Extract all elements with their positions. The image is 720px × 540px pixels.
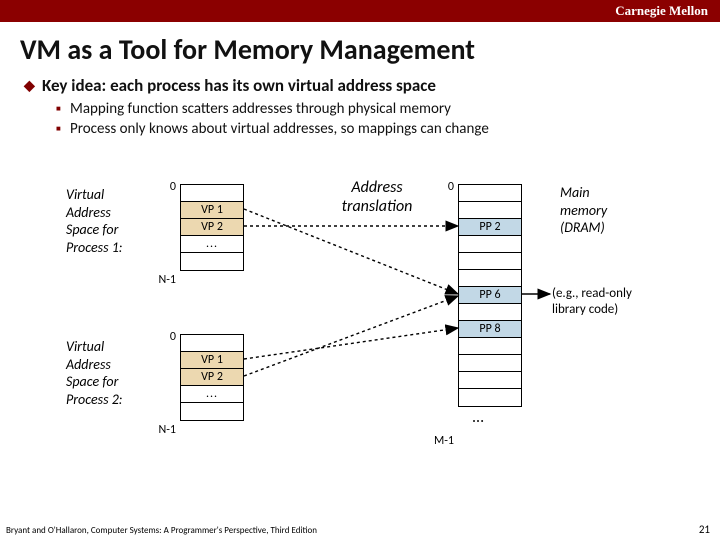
vas2-vp2: VP 2 <box>181 369 243 386</box>
square-bullet-icon: ■ <box>56 104 70 114</box>
addr-trans-label: Address translation <box>322 178 432 216</box>
sub-bullet-2-text: Process only knows about virtual address… <box>70 120 489 138</box>
footer-citation: Bryant and O'Hallaron, Computer Systems:… <box>6 525 317 536</box>
org-name: Carnegie Mellon <box>615 3 708 18</box>
header-bar: Carnegie Mellon <box>0 0 720 22</box>
slide-title: VM as a Tool for Memory Management <box>20 32 720 67</box>
diagram: Virtual Address Space for Process 1: 0 V… <box>0 146 720 496</box>
sub-bullet-1: ■Mapping function scatters addresses thr… <box>56 100 720 118</box>
pp2: PP 2 <box>459 219 521 236</box>
bullet-icon: ◆ <box>24 77 42 94</box>
main-mem-label: Main memory (DRAM) <box>560 184 680 237</box>
physical-memory-table: PP 2 PP 6 PP 8 <box>458 184 522 407</box>
main-bullet-text: Key idea: each process has its own virtu… <box>42 75 436 96</box>
pm-tick-m: M-1 <box>424 434 454 448</box>
sub-bullet-1-text: Mapping function scatters addresses thro… <box>70 100 451 118</box>
vas2-vp1: VP 1 <box>181 352 243 369</box>
vas1-vp2: VP 2 <box>181 219 243 236</box>
vas2-tick-0: 0 <box>158 330 176 344</box>
vas1-label: Virtual Address Space for Process 1: <box>66 186 166 256</box>
vas1-vp1: VP 1 <box>181 202 243 219</box>
vas2-table: VP 1 VP 2 ... <box>180 334 244 421</box>
vas1-tick-n: N-1 <box>150 273 176 287</box>
pp6: PP 6 <box>459 287 521 304</box>
page-number: 21 <box>699 523 710 536</box>
vas1-dots: ... <box>181 236 243 253</box>
pm-dots: ... <box>472 408 484 428</box>
vas2-label: Virtual Address Space for Process 2: <box>66 338 166 408</box>
sub-bullet-2: ■Process only knows about virtual addres… <box>56 120 720 138</box>
vas1-table: VP 1 VP 2 ... <box>180 184 244 271</box>
square-bullet-icon: ■ <box>56 124 70 134</box>
main-bullet: ◆Key idea: each process has its own virt… <box>24 75 720 96</box>
readonly-note: (e.g., read-only library code) <box>552 286 702 319</box>
vas2-tick-n: N-1 <box>150 423 176 437</box>
vas2-dots: ... <box>181 386 243 403</box>
pp8: PP 8 <box>459 321 521 338</box>
vas1-tick-0: 0 <box>158 180 176 194</box>
pm-tick-0: 0 <box>436 180 454 194</box>
